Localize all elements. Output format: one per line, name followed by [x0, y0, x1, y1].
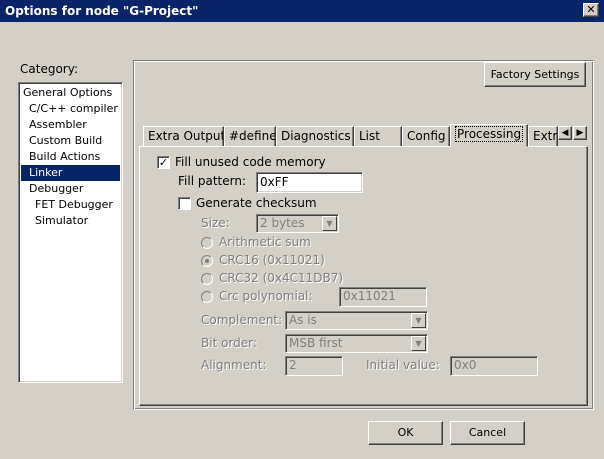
category-item-linker[interactable]: Linker	[21, 165, 120, 181]
tab-processing[interactable]: Processing	[450, 124, 528, 147]
crc-polynomial-input[interactable]: 0x11021	[339, 287, 427, 307]
category-list[interactable]: General Options C/C++ compiler Assembler…	[18, 82, 123, 383]
tab-scroll-right-icon[interactable]: ▶	[573, 126, 587, 140]
category-item-c-cpp-compiler[interactable]: C/C++ compiler	[27, 101, 121, 117]
chevron-down-icon: ▼	[411, 313, 426, 328]
generate-checksum-label: Generate checksum	[196, 196, 317, 210]
category-item-simulator[interactable]: Simulator	[33, 213, 91, 229]
tab-list[interactable]: List	[354, 126, 402, 146]
category-item-general-options[interactable]: General Options	[21, 85, 115, 101]
tab-config[interactable]: Config	[402, 126, 450, 146]
size-select[interactable]: 2 bytes ▼	[256, 214, 339, 233]
bit-order-label: Bit order:	[201, 336, 257, 350]
factory-settings-button[interactable]: Factory Settings	[484, 62, 586, 87]
bit-order-select[interactable]: MSB first ▼	[285, 334, 428, 353]
crc-polynomial-label: Crc polynomial:	[219, 289, 313, 303]
crc-polynomial-radio[interactable]	[201, 291, 213, 303]
category-item-assembler[interactable]: Assembler	[27, 117, 90, 133]
alignment-label: Alignment:	[201, 358, 267, 372]
fill-pattern-label: Fill pattern:	[178, 174, 246, 188]
fill-pattern-input[interactable]: 0xFF	[256, 172, 363, 193]
crc16-label: CRC16 (0x11021)	[219, 253, 325, 267]
chevron-down-icon: ▼	[411, 336, 426, 351]
size-select-value: 2 bytes	[260, 216, 305, 230]
crc32-radio[interactable]	[201, 273, 213, 285]
complement-label: Complement:	[201, 313, 283, 327]
category-item-build-actions[interactable]: Build Actions	[27, 149, 103, 165]
ok-button[interactable]: OK	[368, 421, 443, 445]
category-item-debugger[interactable]: Debugger	[27, 181, 86, 197]
complement-select[interactable]: As is ▼	[285, 311, 428, 330]
initial-value-label: Initial value:	[366, 358, 440, 372]
arithmetic-sum-label: Arithmetic sum	[219, 235, 311, 249]
complement-select-value: As is	[289, 313, 317, 327]
fill-unused-checkbox[interactable]: ✓	[157, 156, 170, 169]
category-item-fet-debugger[interactable]: FET Debugger	[33, 197, 116, 213]
initial-value-input[interactable]: 0x0	[450, 356, 538, 376]
tab-processing-label: Processing	[455, 126, 524, 142]
arithmetic-sum-radio[interactable]	[201, 237, 213, 249]
bit-order-select-value: MSB first	[289, 336, 343, 350]
tab-scroll-left-icon[interactable]: ◀	[558, 126, 572, 140]
fill-unused-label: Fill unused code memory	[175, 155, 326, 169]
generate-checksum-checkbox[interactable]	[178, 197, 191, 210]
crc32-label: CRC32 (0x4C11DB7)	[219, 271, 344, 285]
tab-define[interactable]: #define	[224, 126, 276, 146]
tab-diagnostics[interactable]: Diagnostics	[276, 126, 354, 146]
category-label: Category:	[20, 62, 78, 76]
tab-extra[interactable]: Extra	[528, 126, 558, 146]
tab-extra-output[interactable]: Extra Output	[143, 126, 224, 146]
size-label: Size:	[201, 216, 230, 230]
close-button[interactable]: ✕	[583, 3, 599, 17]
chevron-down-icon: ▼	[322, 216, 337, 231]
category-item-custom-build[interactable]: Custom Build	[27, 133, 105, 149]
alignment-input[interactable]: 2	[285, 356, 343, 376]
window-title: Options for node "G-Project"	[0, 0, 604, 22]
cancel-button[interactable]: Cancel	[450, 421, 525, 445]
crc16-radio[interactable]	[201, 255, 213, 267]
